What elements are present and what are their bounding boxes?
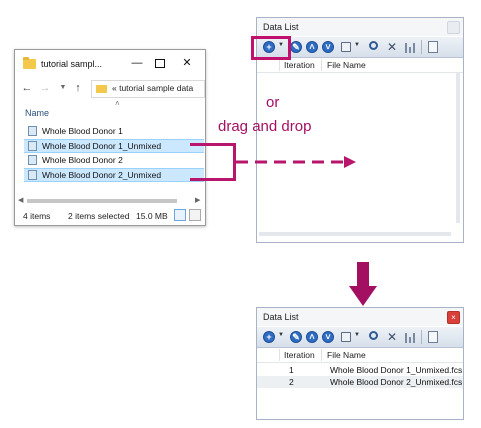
data-list-title-bar: Data List × xyxy=(257,308,463,326)
forward-arrow-icon[interactable]: → xyxy=(39,81,51,95)
explorer-title: tutorial sampl... xyxy=(41,59,103,69)
dropdown-caret-icon[interactable]: ▼ xyxy=(354,332,360,344)
file-icon xyxy=(28,141,37,151)
close-icon[interactable]: × xyxy=(447,311,460,324)
file-icon xyxy=(28,155,37,165)
column-header-name[interactable]: Name xyxy=(25,108,49,118)
close-button[interactable]: ✕ xyxy=(178,55,196,71)
delete-icon[interactable]: ✕ xyxy=(386,331,398,343)
data-list-header: Iteration File Name xyxy=(257,348,463,363)
drag-bracket-top xyxy=(190,143,236,146)
horizontal-scrollbar[interactable]: ◀ ▶ xyxy=(15,196,205,206)
file-name: Whole Blood Donor 2 xyxy=(42,155,123,165)
column-header-file-name[interactable]: File Name xyxy=(327,350,366,360)
back-arrow-icon[interactable]: ← xyxy=(21,81,33,95)
close-icon: ✕ xyxy=(182,57,192,69)
copy-icon[interactable] xyxy=(341,332,351,342)
file-name: Whole Blood Donor 1 xyxy=(42,126,123,136)
delete-icon[interactable]: ✕ xyxy=(386,41,398,53)
maximize-icon xyxy=(155,58,165,68)
scroll-right-icon[interactable]: ▶ xyxy=(195,196,200,204)
row-iteration: 2 xyxy=(289,377,294,387)
file-item[interactable]: Whole Blood Donor 2 xyxy=(24,154,204,167)
address-text: « tutorial sample data xyxy=(112,83,194,93)
address-bar[interactable]: « tutorial sample data xyxy=(91,80,205,98)
details-view-icon[interactable] xyxy=(174,209,186,221)
table-row[interactable]: 2 Whole Blood Donor 2_Unmixed.fcs xyxy=(257,376,463,388)
vertical-scrollbar[interactable] xyxy=(454,73,462,223)
properties-icon[interactable] xyxy=(428,331,438,343)
row-file-name: Whole Blood Donor 1_Unmixed.fcs xyxy=(330,365,463,375)
down-arrow-icon xyxy=(349,262,377,306)
drag-and-drop-label: drag and drop xyxy=(218,118,312,135)
status-bar: 4 items 2 items selected 15.0 MB xyxy=(15,208,205,224)
columns-icon[interactable] xyxy=(404,331,416,343)
data-list-title: Data List xyxy=(263,22,299,32)
table-row[interactable]: 1 Whole Blood Donor 1_Unmixed.fcs xyxy=(257,364,463,376)
file-icon xyxy=(28,126,37,136)
copy-icon[interactable] xyxy=(341,42,351,52)
file-icon xyxy=(28,170,37,180)
add-icon[interactable]: + xyxy=(263,331,275,343)
edit-icon[interactable]: ✎ xyxy=(290,41,302,53)
data-list-header: Iteration File Name xyxy=(257,58,463,73)
file-item-selected[interactable]: Whole Blood Donor 1_Unmixed xyxy=(24,139,204,153)
toolbar-separator xyxy=(421,40,422,54)
file-explorer-window: tutorial sampl... — ✕ ← → ▼ ↑ « tutorial… xyxy=(14,49,206,226)
folder-icon xyxy=(23,57,36,69)
dropdown-caret-icon[interactable]: ▼ xyxy=(278,332,284,344)
data-list-toolbar: + ▼ ✎ ˄ ˅ ▼ ✕ xyxy=(257,327,463,348)
data-list-title-bar: Data List × xyxy=(257,18,463,36)
minimize-icon: — xyxy=(131,57,143,69)
move-up-icon[interactable]: ˄ xyxy=(306,41,318,53)
explorer-nav-bar: ← → ▼ ↑ « tutorial sample data xyxy=(15,78,205,100)
properties-icon[interactable] xyxy=(428,41,438,53)
drag-arrow-icon xyxy=(236,156,356,168)
search-icon[interactable] xyxy=(369,331,378,340)
up-arrow-icon[interactable]: ↑ xyxy=(72,81,84,95)
horizontal-scrollbar[interactable] xyxy=(259,229,451,239)
add-button-highlight xyxy=(251,36,291,60)
selected-size: 15.0 MB xyxy=(136,211,168,221)
file-name: Whole Blood Donor 1_Unmixed xyxy=(42,141,162,151)
file-item[interactable]: Whole Blood Donor 1 xyxy=(24,125,204,138)
explorer-title-bar[interactable]: tutorial sampl... — ✕ xyxy=(15,50,205,78)
data-list-title: Data List xyxy=(263,312,299,322)
scroll-left-icon[interactable]: ◀ xyxy=(18,196,23,204)
or-label: or xyxy=(266,94,280,111)
column-header-iteration[interactable]: Iteration xyxy=(284,350,315,360)
selected-count: 2 items selected xyxy=(68,211,130,221)
drag-bracket-bottom xyxy=(190,178,236,181)
move-up-icon[interactable]: ˄ xyxy=(306,331,318,343)
move-down-icon[interactable]: ˅ xyxy=(322,331,334,343)
data-list-panel-loaded: Data List × + ▼ ✎ ˄ ˅ ▼ ✕ Iteration File… xyxy=(256,307,464,420)
row-iteration: 1 xyxy=(289,365,294,375)
maximize-button[interactable] xyxy=(151,55,169,71)
columns-icon[interactable] xyxy=(404,41,416,53)
search-icon[interactable] xyxy=(369,41,378,50)
move-down-icon[interactable]: ˅ xyxy=(322,41,334,53)
folder-icon xyxy=(96,85,107,93)
scroll-thumb[interactable] xyxy=(27,199,177,203)
close-icon[interactable]: × xyxy=(447,21,460,34)
column-header-iteration[interactable]: Iteration xyxy=(284,60,315,70)
row-file-name: Whole Blood Donor 2_Unmixed.fcs xyxy=(330,377,463,387)
large-icons-view-icon[interactable] xyxy=(189,209,201,221)
minimize-button[interactable]: — xyxy=(128,55,146,71)
item-count: 4 items xyxy=(23,211,51,221)
column-header-file-name[interactable]: File Name xyxy=(327,60,366,70)
sort-chevron-icon: ˄ xyxy=(115,99,120,108)
recent-dropdown-icon[interactable]: ▼ xyxy=(57,81,69,95)
edit-icon[interactable]: ✎ xyxy=(290,331,302,343)
file-name: Whole Blood Donor 2_Unmixed xyxy=(42,170,162,180)
file-item-selected[interactable]: Whole Blood Donor 2_Unmixed xyxy=(24,168,204,182)
toolbar-separator xyxy=(421,330,422,344)
dropdown-caret-icon[interactable]: ▼ xyxy=(354,42,360,54)
